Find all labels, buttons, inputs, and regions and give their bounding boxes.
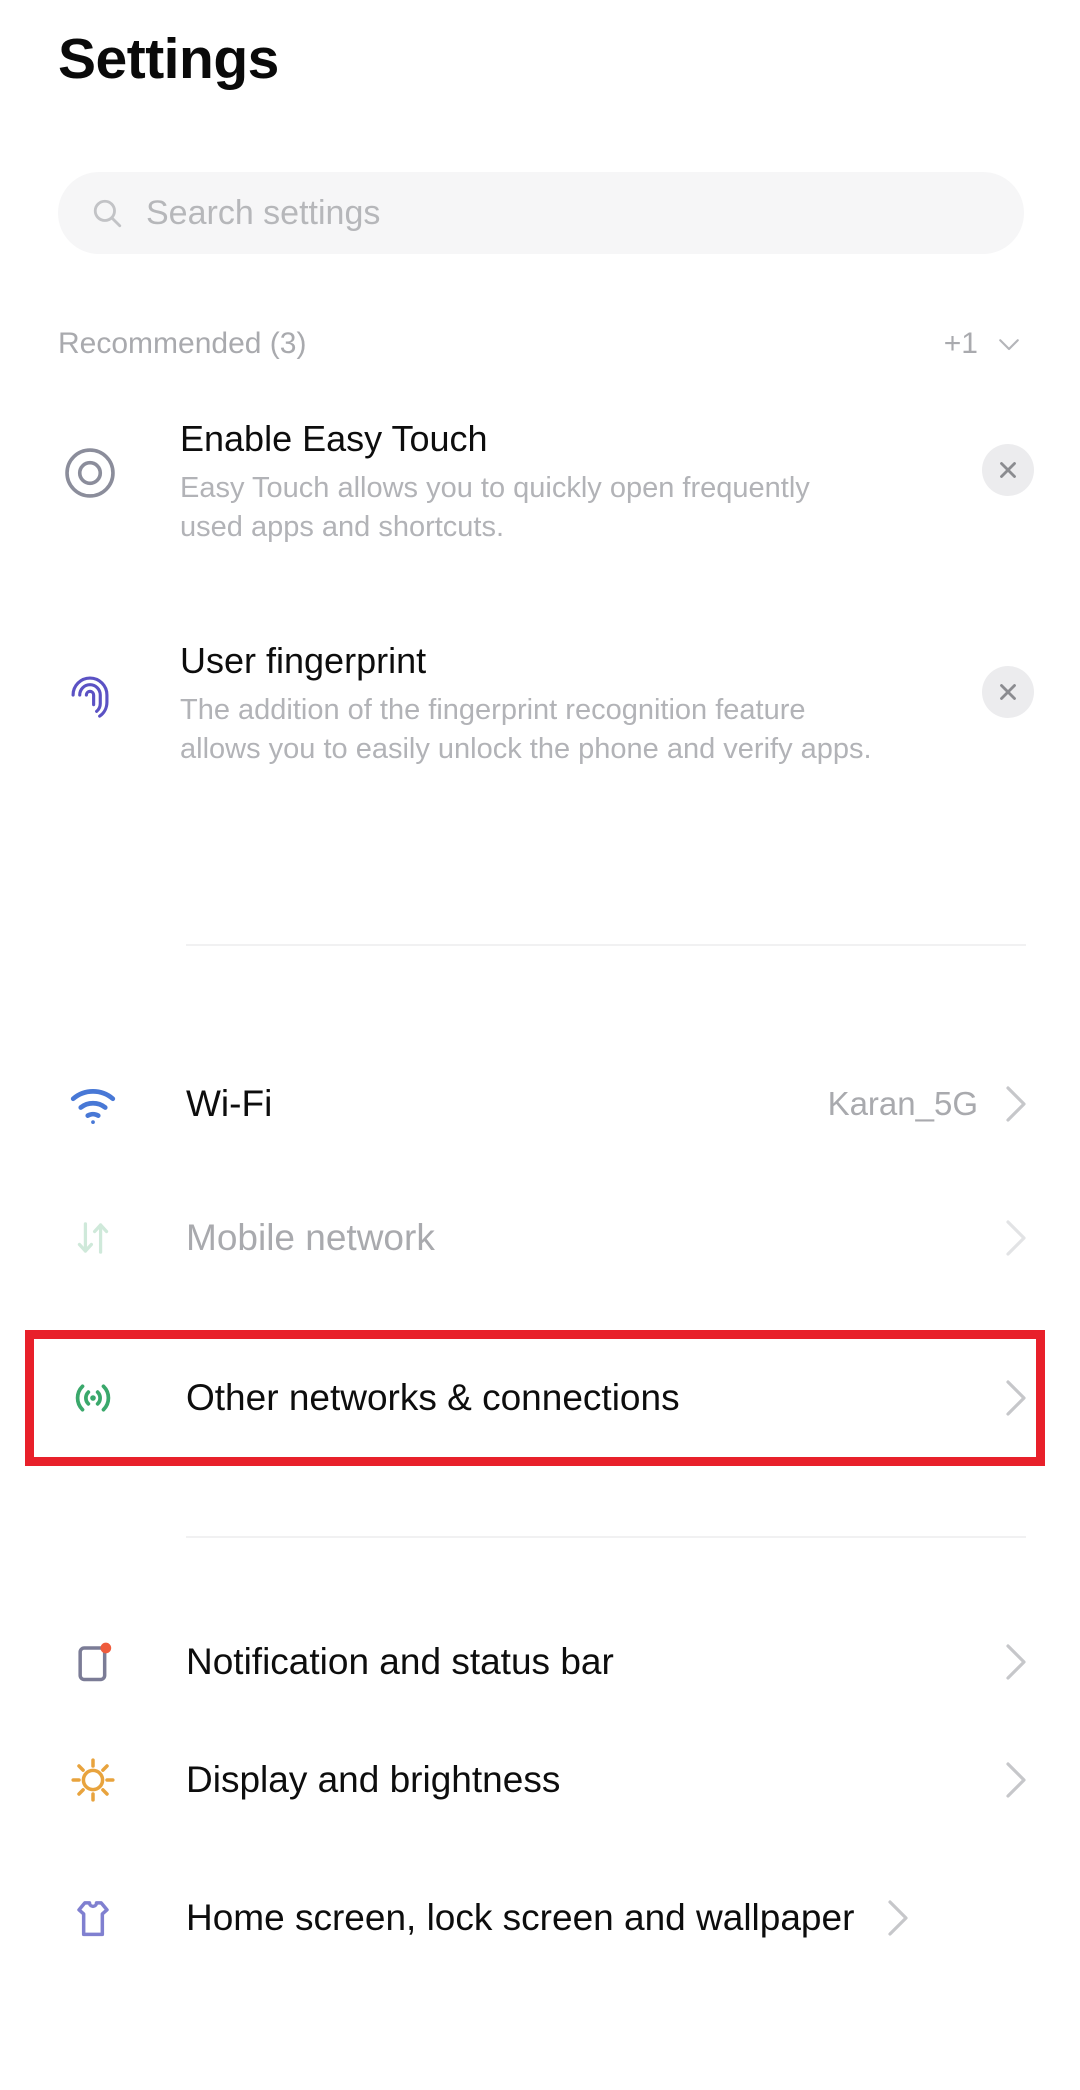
search-input[interactable]: Search settings bbox=[58, 172, 1024, 254]
recommended-more-count: +1 bbox=[943, 327, 978, 360]
wifi-network-value: Karan_5G bbox=[827, 1085, 978, 1122]
settings-row-notification-status-bar[interactable]: Notification and status bar bbox=[0, 1612, 1080, 1712]
recommendation-title: Enable Easy Touch bbox=[180, 418, 488, 459]
chevron-down-icon bbox=[994, 329, 1024, 359]
chevron-right-icon bbox=[1004, 1378, 1028, 1418]
settings-row-label: Home screen, lock screen and wallpaper bbox=[186, 1897, 855, 1939]
settings-row-label: Mobile network bbox=[186, 1217, 435, 1259]
settings-row-label: Display and brightness bbox=[186, 1759, 561, 1801]
chevron-right-icon bbox=[1004, 1218, 1028, 1258]
settings-row-label: Notification and status bar bbox=[186, 1641, 614, 1683]
recommendation-user-fingerprint[interactable]: User fingerprint The addition of the fin… bbox=[0, 640, 1080, 769]
page-title: Settings bbox=[58, 27, 279, 91]
search-icon bbox=[90, 196, 124, 230]
settings-row-label: Other networks & connections bbox=[186, 1377, 680, 1419]
dismiss-recommendation-button[interactable] bbox=[982, 666, 1034, 718]
tshirt-wallpaper-icon bbox=[0, 1890, 186, 1946]
settings-row-other-networks[interactable]: Other networks & connections bbox=[0, 1348, 1080, 1448]
brightness-sun-icon bbox=[0, 1752, 186, 1808]
section-divider bbox=[186, 944, 1026, 946]
fingerprint-icon bbox=[0, 640, 180, 724]
settings-row-wifi[interactable]: Wi-Fi Karan_5G bbox=[0, 1054, 1080, 1154]
chevron-right-icon bbox=[1004, 1760, 1028, 1800]
recommendation-body: User fingerprint The addition of the fin… bbox=[180, 640, 982, 769]
chevron-right-icon bbox=[1004, 1084, 1028, 1124]
easy-touch-icon bbox=[0, 418, 180, 502]
settings-row-display-brightness[interactable]: Display and brightness bbox=[0, 1730, 1080, 1830]
dismiss-recommendation-button[interactable] bbox=[982, 444, 1034, 496]
recommendation-body: Enable Easy Touch Easy Touch allows you … bbox=[180, 418, 982, 547]
chevron-right-icon bbox=[1004, 1642, 1028, 1682]
settings-row-label: Wi-Fi bbox=[186, 1083, 273, 1125]
notification-badge-icon bbox=[0, 1634, 186, 1690]
settings-screen: Settings Search settings Recommended (3)… bbox=[0, 0, 1080, 2090]
section-divider bbox=[186, 1536, 1026, 1538]
settings-row-mobile-network[interactable]: Mobile network bbox=[0, 1188, 1080, 1288]
recommended-title: Recommended (3) bbox=[58, 327, 307, 360]
search-placeholder: Search settings bbox=[146, 193, 381, 232]
recommended-expand[interactable]: +1 bbox=[944, 327, 1024, 361]
recommended-header[interactable]: Recommended (3) +1 bbox=[58, 322, 1024, 366]
recommendation-description: Easy Touch allows you to quickly open fr… bbox=[180, 472, 810, 544]
broadcast-icon bbox=[0, 1370, 186, 1426]
chevron-right-icon bbox=[886, 1898, 910, 1938]
recommendation-title: User fingerprint bbox=[180, 640, 427, 681]
wifi-icon bbox=[0, 1076, 186, 1132]
settings-row-home-lock-wallpaper[interactable]: Home screen, lock screen and wallpaper bbox=[0, 1848, 1080, 1988]
recommendation-description: The addition of the fingerprint recognit… bbox=[180, 694, 872, 766]
recommendation-easy-touch[interactable]: Enable Easy Touch Easy Touch allows you … bbox=[0, 418, 1080, 547]
mobile-data-icon bbox=[0, 1212, 186, 1264]
